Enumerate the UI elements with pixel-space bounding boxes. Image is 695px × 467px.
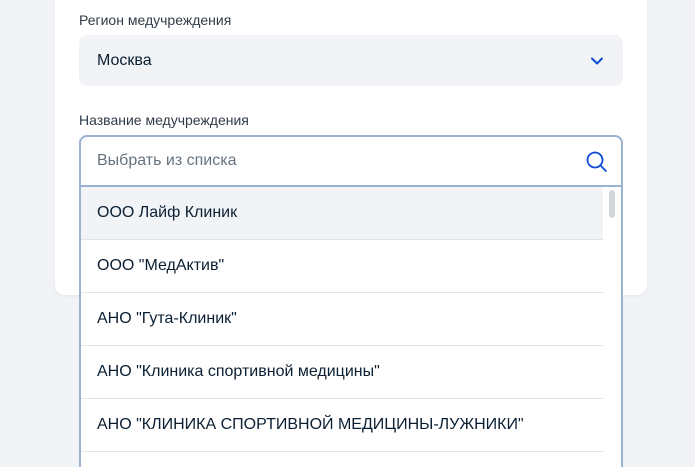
search-icon[interactable] <box>585 150 609 174</box>
list-item[interactable]: ООО Лайф Клиник <box>81 187 603 240</box>
institution-search-input[interactable] <box>97 149 567 173</box>
institution-search-field[interactable] <box>79 135 623 187</box>
list-item[interactable]: АНО "Клиника спортивной медицины" <box>81 346 603 399</box>
list-item[interactable]: АНО "КЛИНИКА СПОРТИВНОЙ МЕДИЦИНЫ-ЛУЖНИКИ… <box>81 399 603 452</box>
options-scrollbar[interactable] <box>609 190 615 218</box>
institution-options-list[interactable]: ООО Лайф Клиник ООО "МедАктив" АНО "Гута… <box>79 187 623 467</box>
region-select-value: Москва <box>97 52 152 69</box>
institution-label: Название медучреждения <box>79 112 249 128</box>
region-label: Регион медучреждения <box>79 12 232 28</box>
list-item[interactable]: ООО "МедАктив" <box>81 240 603 293</box>
list-item[interactable]: АНО "Гута-Клиник" <box>81 293 603 346</box>
region-select[interactable]: Москва <box>79 35 623 86</box>
chevron-down-icon[interactable] <box>589 54 605 68</box>
